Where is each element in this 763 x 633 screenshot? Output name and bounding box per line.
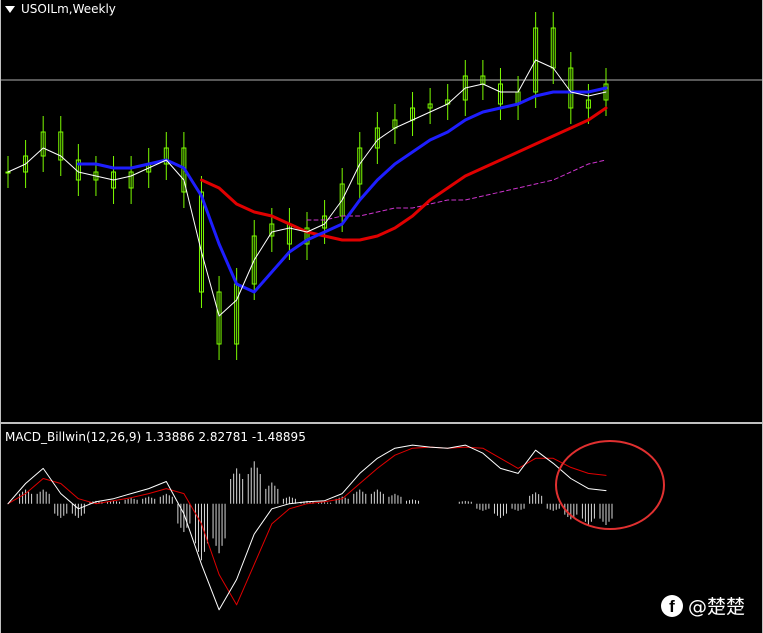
macd-main-value: 1.33886 xyxy=(144,430,195,444)
macd-main-line xyxy=(7,444,607,611)
pane-divider[interactable] xyxy=(1,422,762,424)
macd-name: MACD_Billwin xyxy=(5,430,86,444)
macd-histogram-value: -1.48895 xyxy=(251,430,306,444)
facebook-icon: f xyxy=(660,594,683,617)
dropdown-triangle-icon[interactable] xyxy=(5,5,15,13)
macd-legend: MACD_Billwin(12,26,9) 1.33886 2.82781 -1… xyxy=(5,430,306,444)
chart-title: USOILm,Weekly xyxy=(5,2,116,16)
ma-red-line xyxy=(200,106,608,242)
macd-chart xyxy=(7,440,665,611)
chart-title-text: USOILm,Weekly xyxy=(21,2,116,16)
price-chart xyxy=(0,12,763,360)
watermark-text: @楚楚 xyxy=(687,596,745,618)
annotation-circle xyxy=(555,440,665,530)
macd-pane[interactable] xyxy=(0,425,763,633)
macd-params: (12,26,9) xyxy=(85,430,142,444)
watermark: f @楚楚 xyxy=(660,592,745,619)
price-pane[interactable] xyxy=(0,0,763,422)
macd-signal-value: 2.82781 xyxy=(198,430,249,444)
macd-signal-line xyxy=(7,446,607,606)
